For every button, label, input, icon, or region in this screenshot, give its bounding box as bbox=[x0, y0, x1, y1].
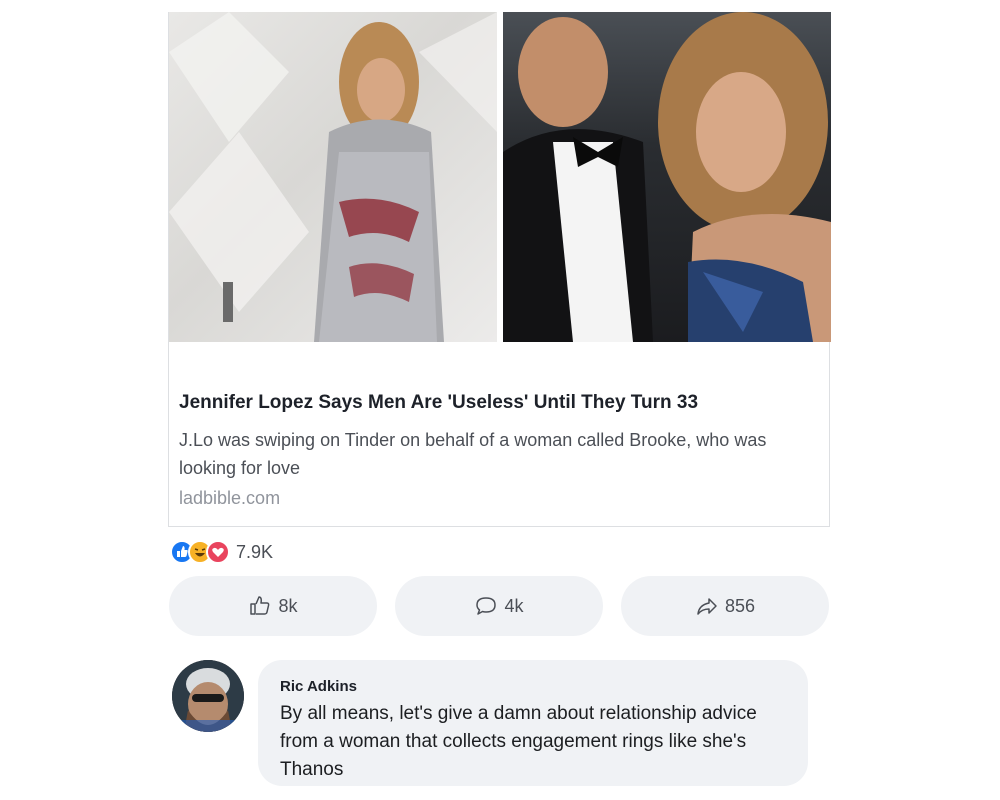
link-description: J.Lo was swiping on Tinder on behalf of … bbox=[179, 430, 767, 478]
reactions-summary[interactable]: 7.9K bbox=[170, 540, 273, 564]
comment-count: 4k bbox=[504, 595, 524, 616]
share-arrow-icon bbox=[697, 598, 717, 615]
profile-photo bbox=[172, 660, 244, 732]
comment-button[interactable]: 4k bbox=[395, 576, 603, 636]
reaction-count: 7.9K bbox=[236, 541, 274, 562]
like-button[interactable]: 8k bbox=[169, 576, 377, 636]
link-title[interactable]: Jennifer Lopez Says Men Are 'Useless' Un… bbox=[179, 392, 698, 414]
thumbs-up-icon bbox=[250, 596, 270, 615]
link-image-right[interactable] bbox=[503, 12, 831, 342]
love-icon bbox=[206, 540, 230, 564]
share-button[interactable]: 856 bbox=[621, 576, 829, 636]
red-carpet-photo bbox=[169, 12, 497, 342]
link-domain: ladbible.com bbox=[179, 488, 281, 508]
comment-author[interactable]: Ric Adkins bbox=[280, 678, 357, 695]
couple-photo bbox=[503, 12, 831, 342]
comment-text: By all means, let's give a damn about re… bbox=[280, 703, 757, 780]
share-count: 856 bbox=[724, 595, 756, 616]
like-count: 8k bbox=[278, 595, 298, 616]
comment-bubble[interactable]: Ric Adkins By all means, let's give a da… bbox=[258, 660, 808, 786]
comment-icon bbox=[476, 597, 497, 615]
avatar[interactable] bbox=[172, 660, 244, 732]
link-image-left[interactable] bbox=[169, 12, 497, 342]
link-preview-card[interactable]: Jennifer Lopez Says Men Are 'Useless' Un… bbox=[168, 12, 831, 527]
